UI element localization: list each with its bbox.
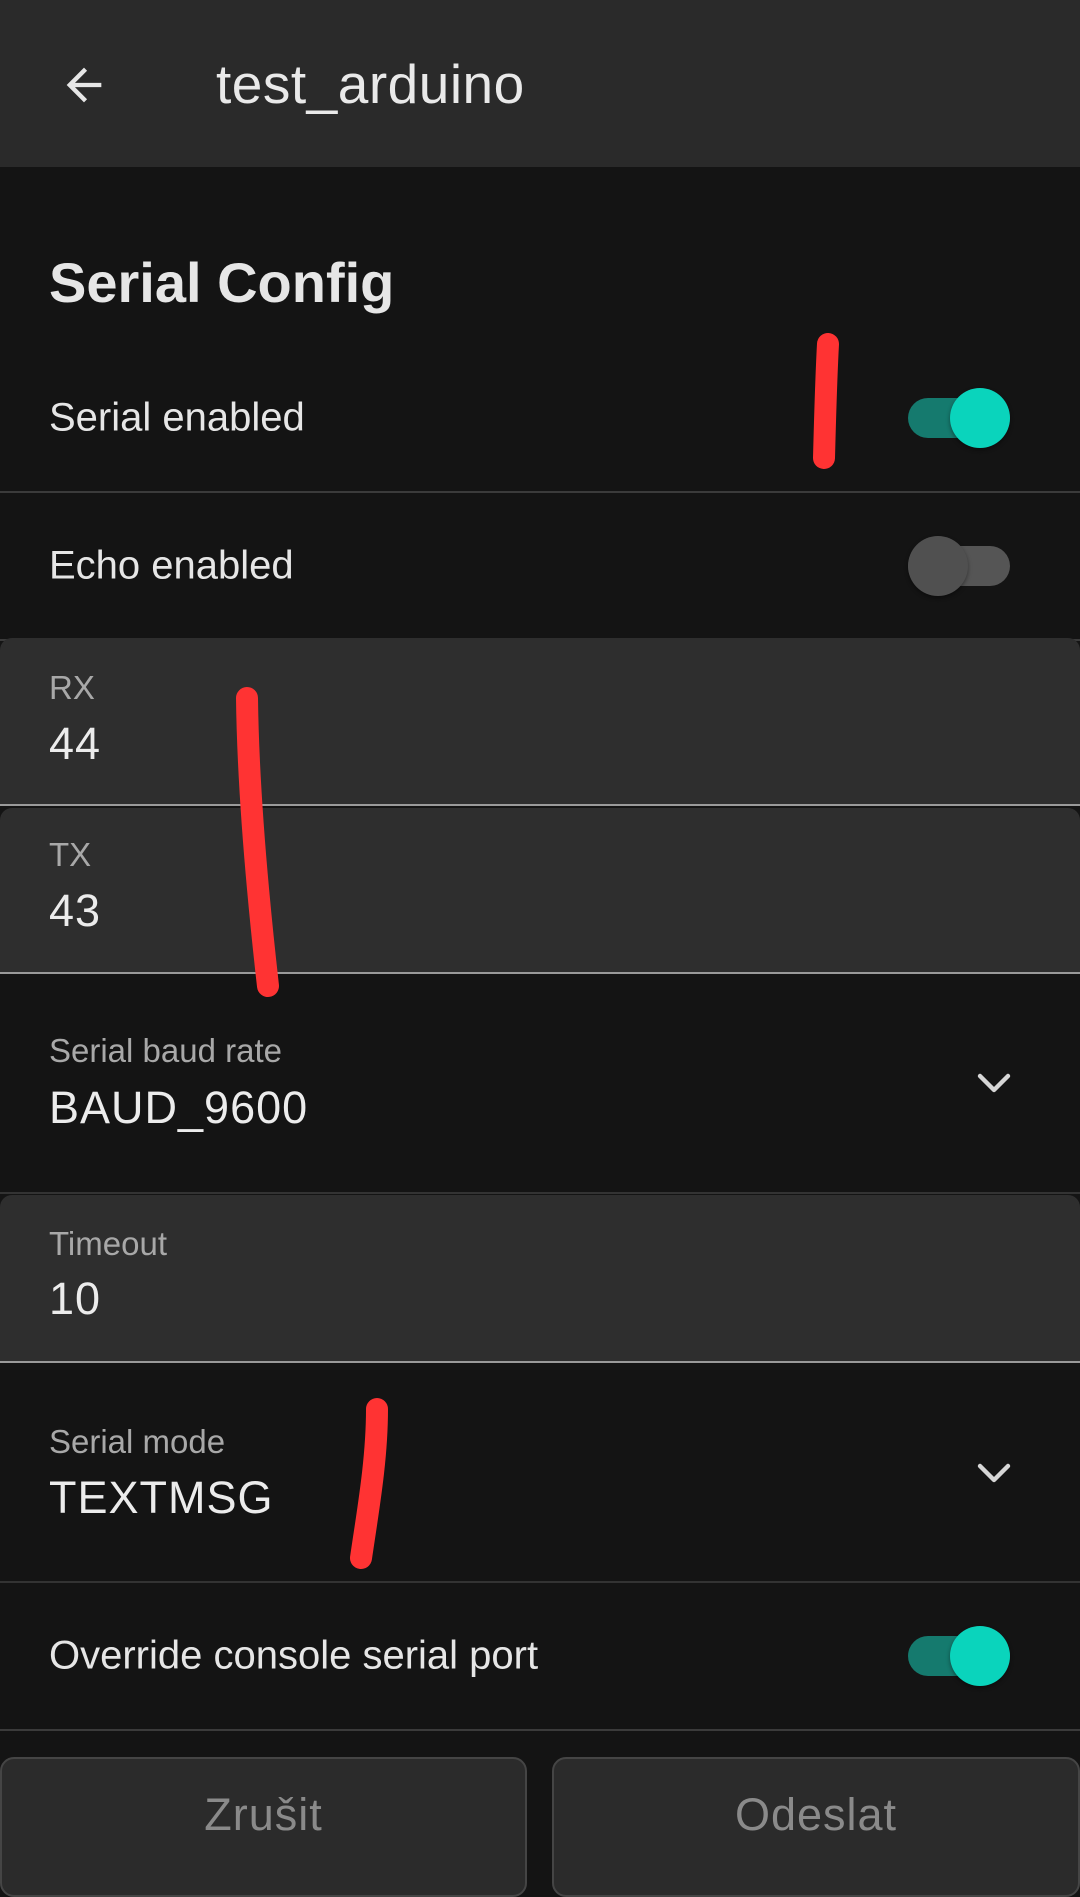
- timeout-field[interactable]: Timeout 10: [0, 1195, 1080, 1363]
- serial-mode-value: TEXTMSG: [49, 1472, 274, 1523]
- override-console-label: Override console serial port: [49, 1633, 539, 1678]
- override-console-toggle[interactable]: [908, 1626, 1010, 1686]
- back-button[interactable]: [36, 37, 132, 133]
- rx-label: RX: [49, 669, 95, 706]
- app-bar: test_arduino: [0, 0, 1080, 167]
- serial-enabled-label: Serial enabled: [49, 395, 305, 440]
- timeout-label: Timeout: [49, 1225, 167, 1262]
- echo-enabled-toggle[interactable]: [908, 536, 1010, 596]
- timeout-value: 10: [49, 1273, 102, 1324]
- section-title: Serial Config: [49, 251, 395, 314]
- tx-value: 43: [49, 885, 102, 936]
- tx-label: TX: [49, 836, 92, 873]
- send-button-label: Odeslat: [734, 1789, 898, 1840]
- send-button[interactable]: Odeslat: [552, 1757, 1080, 1897]
- chevron-down-icon: [977, 1463, 1011, 1483]
- cancel-button[interactable]: Zrušit: [0, 1757, 527, 1897]
- toggle-knob: [908, 536, 968, 596]
- baud-rate-label: Serial baud rate: [49, 1032, 282, 1069]
- override-console-row[interactable]: Override console serial port: [0, 1583, 1080, 1731]
- toggle-knob: [950, 388, 1010, 448]
- serial-mode-label: Serial mode: [49, 1423, 226, 1460]
- rx-field[interactable]: RX 44: [0, 638, 1080, 806]
- serial-enabled-toggle[interactable]: [908, 388, 1010, 448]
- echo-enabled-label: Echo enabled: [49, 543, 294, 588]
- arrow-left-icon: [66, 67, 102, 103]
- tx-field[interactable]: TX 43: [0, 808, 1080, 974]
- rx-value: 44: [49, 718, 102, 769]
- serial-mode-select[interactable]: Serial mode TEXTMSG: [0, 1363, 1080, 1583]
- baud-rate-value: BAUD_9600: [49, 1082, 309, 1133]
- serial-enabled-row[interactable]: Serial enabled: [0, 345, 1080, 493]
- chevron-down-icon: [977, 1073, 1011, 1093]
- cancel-button-label: Zrušit: [204, 1789, 323, 1840]
- toggle-knob: [950, 1626, 1010, 1686]
- baud-rate-select[interactable]: Serial baud rate BAUD_9600: [0, 974, 1080, 1194]
- page-title: test_arduino: [216, 53, 525, 115]
- echo-enabled-row[interactable]: Echo enabled: [0, 493, 1080, 641]
